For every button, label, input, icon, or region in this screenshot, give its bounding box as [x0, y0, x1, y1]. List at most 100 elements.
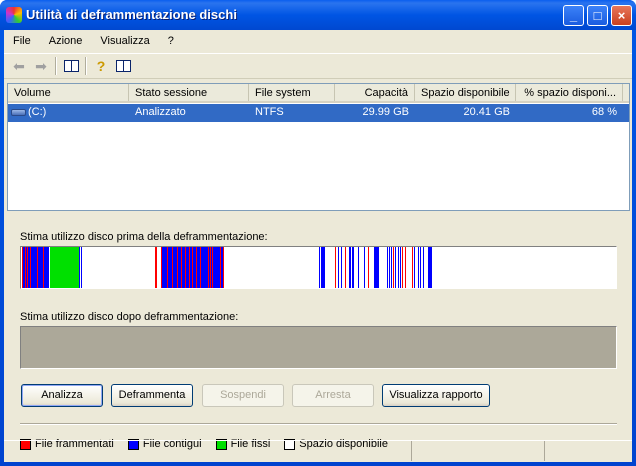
- contiguous-block: [338, 247, 340, 288]
- fragmented-block: [181, 247, 183, 288]
- contiguous-block: [419, 247, 421, 288]
- fixed-files-block: [50, 247, 79, 288]
- fragmented-block: [27, 247, 29, 288]
- fragmented-block: [177, 247, 179, 288]
- contiguous-block: [374, 247, 378, 288]
- defrag-app-icon: [6, 7, 22, 23]
- fragmented-block: [37, 247, 39, 288]
- column-free-space[interactable]: Spazio disponibile: [415, 84, 516, 101]
- fragmented-block: [368, 247, 370, 288]
- toolbar-separator: [55, 57, 57, 75]
- maximize-button[interactable]: □: [587, 5, 608, 26]
- fragmented-block: [167, 247, 169, 288]
- menu-visualizza[interactable]: Visualizza: [91, 32, 158, 52]
- contiguous-block: [364, 247, 366, 288]
- menu-file[interactable]: File: [4, 32, 40, 52]
- contiguous-block: [358, 247, 360, 288]
- volume-name: (C:): [28, 106, 47, 118]
- status-bar: [4, 440, 632, 462]
- fragmented-block: [208, 247, 210, 288]
- contiguous-block: [427, 247, 432, 288]
- contiguous-block: [323, 247, 326, 288]
- divider: [20, 423, 617, 425]
- stop-button[interactable]: Arresta: [292, 384, 374, 407]
- cell-fs: NTFS: [255, 106, 284, 118]
- window: Utilità di deframmentazione dischi _ □ ×…: [0, 0, 636, 466]
- cell-free: 20.41 GB: [463, 106, 510, 118]
- title-bar[interactable]: Utilità di deframmentazione dischi _ □ ×: [0, 0, 636, 30]
- column-file-system[interactable]: File system: [249, 84, 335, 101]
- fragmented-block: [25, 247, 27, 288]
- analyze-button[interactable]: Analizza: [21, 384, 103, 407]
- drive-icon: [11, 108, 26, 116]
- contiguous-block: [349, 247, 352, 288]
- cell-volume: (C:): [8, 104, 129, 122]
- status-panel-1: [4, 441, 411, 462]
- fragmented-block: [161, 247, 163, 288]
- toolbar: ⬅ ➡ ?: [4, 53, 632, 79]
- contiguous-block: [394, 247, 396, 288]
- fragmented-block: [212, 247, 214, 288]
- fragmented-block: [30, 247, 32, 288]
- window-title: Utilità di deframmentazione dischi: [26, 7, 237, 22]
- client-area: File Azione Visualizza ? ⬅ ➡ ? Volume St…: [4, 30, 632, 462]
- after-label: Stima utilizzo disco dopo deframmentazio…: [20, 311, 239, 323]
- fragmented-block: [411, 247, 413, 288]
- disk-map-before: [20, 246, 617, 289]
- show-hide-tree-button[interactable]: [60, 55, 82, 77]
- console-tree-icon: [63, 60, 79, 72]
- help-icon[interactable]: ?: [90, 55, 112, 77]
- cell-capacity: 29.99 GB: [362, 106, 409, 118]
- fragmented-block: [392, 247, 394, 288]
- fragmented-block: [345, 247, 347, 288]
- contiguous-block: [399, 247, 401, 288]
- column-volume[interactable]: Volume: [8, 84, 129, 101]
- contiguous-block: [352, 247, 355, 288]
- fragmented-block: [210, 247, 212, 288]
- menu-azione[interactable]: Azione: [40, 32, 92, 52]
- volume-list[interactable]: Volume Stato sessione File system Capaci…: [7, 83, 630, 211]
- column-free-percent[interactable]: % spazio disponi...: [516, 84, 623, 101]
- cell-status: Analizzato: [135, 106, 186, 118]
- fragmented-block: [335, 247, 337, 288]
- pause-button[interactable]: Sospendi: [202, 384, 284, 407]
- show-action-pane-button[interactable]: [112, 55, 134, 77]
- fragmented-block: [401, 247, 403, 288]
- fragmented-block: [223, 247, 225, 288]
- fragmented-block: [192, 247, 194, 288]
- contiguous-block: [390, 247, 392, 288]
- contiguous-block: [417, 247, 419, 288]
- view-report-button[interactable]: Visualizza rapporto: [382, 384, 490, 407]
- menu-bar: File Azione Visualizza ?: [4, 32, 183, 52]
- fragmented-block: [43, 247, 45, 288]
- defragment-button[interactable]: Deframmenta: [111, 384, 193, 407]
- contiguous-block: [413, 247, 415, 288]
- column-session-status[interactable]: Stato sessione: [129, 84, 249, 101]
- fragmented-block: [189, 247, 191, 288]
- contiguous-block: [341, 247, 343, 288]
- status-panel-3: [544, 441, 632, 461]
- column-capacity[interactable]: Capacità: [335, 84, 415, 101]
- fragmented-block: [22, 247, 24, 288]
- fragmented-block: [185, 247, 187, 288]
- fragmented-block: [172, 247, 174, 288]
- contiguous-block: [319, 247, 321, 288]
- forward-arrow-icon[interactable]: ➡: [30, 55, 52, 77]
- close-button[interactable]: ×: [611, 5, 632, 26]
- minimize-button[interactable]: _: [563, 5, 584, 26]
- toolbar-separator: [85, 57, 87, 75]
- status-panel-2: [411, 441, 544, 461]
- back-arrow-icon[interactable]: ⬅: [8, 55, 30, 77]
- contiguous-block: [78, 247, 80, 288]
- menu-help[interactable]: ?: [159, 32, 183, 52]
- contiguous-block: [22, 247, 49, 288]
- contiguous-block: [388, 247, 390, 288]
- fragmented-block: [404, 247, 406, 288]
- table-row[interactable]: (C:) Analizzato NTFS 29.99 GB 20.41 GB 6…: [8, 104, 629, 122]
- before-label: Stima utilizzo disco prima della deframm…: [20, 231, 268, 243]
- fragmented-block: [154, 247, 157, 288]
- fragmented-block: [220, 247, 222, 288]
- contiguous-block: [386, 247, 388, 288]
- cell-pct: 68 %: [591, 106, 617, 118]
- list-header: Volume Stato sessione File system Capaci…: [8, 84, 629, 103]
